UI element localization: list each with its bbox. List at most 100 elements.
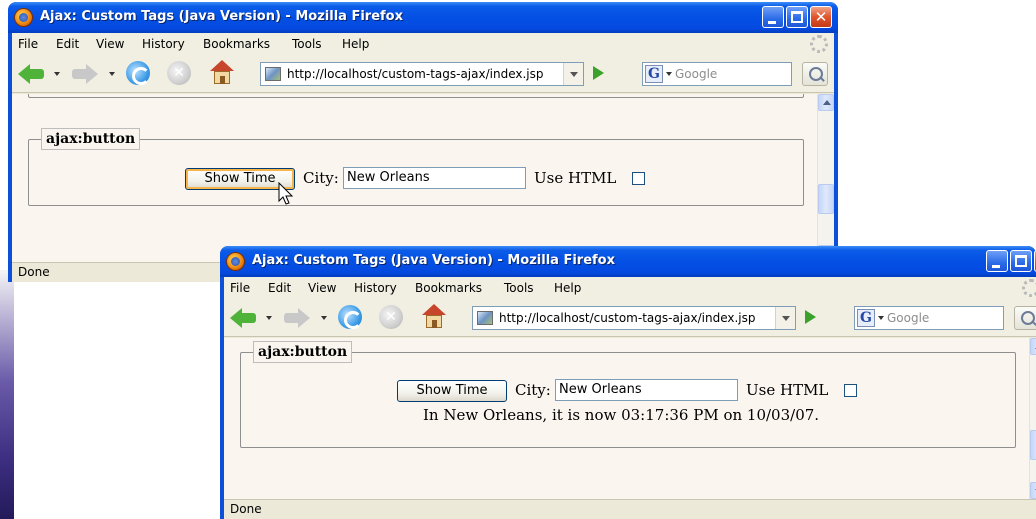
url-text[interactable]: http://localhost/custom-tags-ajax/index.… [287,67,543,81]
page-content: ajax:button Show Time City: New Orleans … [224,338,1029,499]
page-content: ajax:button Show Time City: New Orleans … [12,94,817,262]
firefox-logo-icon [226,252,245,271]
use-html-label: Use HTML [746,381,829,399]
maximize-icon [1015,255,1027,267]
minimize-button[interactable] [986,250,1008,272]
menu-tools[interactable]: Tools [504,281,534,295]
search-engine-dropdown[interactable] [666,72,672,76]
scroll-up-arrow[interactable] [818,94,834,111]
menu-bookmarks[interactable]: Bookmarks [415,281,482,295]
title-bar[interactable]: Ajax: Custom Tags (Java Version) - Mozil… [8,2,838,33]
scroll-up-arrow[interactable] [1030,338,1036,355]
url-bar[interactable]: http://localhost/custom-tags-ajax/index.… [260,62,584,86]
stop-icon[interactable]: ✕ [379,305,403,329]
menu-help[interactable]: Help [554,281,581,295]
throbber-icon [810,35,828,53]
time-result-text: In New Orleans, it is now 03:17:36 PM on… [423,406,820,424]
navigation-toolbar: ✕ http://localhost/custom-tags-ajax/inde… [12,55,834,93]
maximize-icon [791,11,803,23]
menu-history[interactable]: History [354,281,397,295]
maximize-button[interactable] [786,6,808,28]
vertical-scrollbar[interactable] [817,94,834,262]
maximize-button[interactable] [1010,250,1032,272]
home-icon[interactable] [209,60,235,86]
search-magnifier-icon[interactable] [1014,306,1036,330]
reload-icon[interactable] [126,61,150,85]
status-bar: Done [224,499,1036,519]
go-arrow-icon[interactable] [593,66,604,80]
url-history-dropdown[interactable] [563,63,583,85]
scroll-thumb[interactable] [818,184,834,214]
status-text: Done [230,502,262,516]
desktop-background-edge [0,270,14,519]
firefox-logo-icon [14,8,33,27]
forward-button[interactable] [282,306,310,330]
minimize-icon [768,21,776,24]
window-title: Ajax: Custom Tags (Java Version) - Mozil… [40,9,403,24]
navigation-toolbar: ✕ http://localhost/custom-tags-ajax/inde… [224,299,1036,337]
minimize-button[interactable] [762,6,784,28]
menu-view[interactable]: View [96,37,124,51]
menu-help[interactable]: Help [342,37,369,51]
forward-arrow-icon [86,64,98,84]
back-button[interactable] [230,306,258,330]
forward-history-dropdown[interactable] [109,72,115,76]
menu-tools[interactable]: Tools [292,37,322,51]
back-history-dropdown[interactable] [266,316,272,320]
window-title: Ajax: Custom Tags (Java Version) - Mozil… [252,253,615,268]
menu-edit[interactable]: Edit [268,281,291,295]
minimize-icon [992,265,1000,268]
menu-file[interactable]: File [230,281,250,295]
browser-window-after: Ajax: Custom Tags (Java Version) - Mozil… [220,246,1036,519]
search-engine-logo[interactable]: G [857,309,875,327]
fieldset-legend: ajax:button [253,341,353,363]
show-time-button[interactable]: Show Time [397,380,507,402]
search-box[interactable]: G Google [854,306,1004,330]
search-placeholder[interactable]: Google [887,311,929,325]
previous-fieldset-edge [28,94,804,98]
city-label: City: [515,381,551,399]
page-favicon-icon [477,311,493,325]
ajax-button-fieldset: ajax:button Show Time City: New Orleans … [28,128,804,206]
search-engine-logo[interactable]: G [645,65,663,83]
menu-bookmarks[interactable]: Bookmarks [203,37,270,51]
url-text[interactable]: http://localhost/custom-tags-ajax/index.… [499,311,755,325]
url-history-dropdown[interactable] [775,307,795,329]
close-button[interactable]: ✕ [810,6,832,28]
scroll-thumb[interactable] [1030,430,1036,460]
scroll-down-arrow[interactable] [1030,482,1036,499]
forward-button[interactable] [70,62,98,86]
menu-bar: File Edit View History Bookmarks Tools H… [12,33,834,55]
use-html-checkbox[interactable] [844,384,857,397]
use-html-label: Use HTML [534,169,617,187]
menu-file[interactable]: File [18,37,38,51]
window-client: File Edit View History Bookmarks Tools H… [12,33,834,282]
back-history-dropdown[interactable] [54,72,60,76]
fieldset-legend: ajax:button [41,128,141,150]
use-html-checkbox[interactable] [632,172,645,185]
search-placeholder[interactable]: Google [675,67,717,81]
stop-icon[interactable]: ✕ [167,61,191,85]
desktop-stage: Ajax: Custom Tags (Java Version) - Mozil… [0,0,1036,519]
city-input[interactable]: New Orleans [555,379,738,401]
go-arrow-icon[interactable] [805,310,816,324]
throbber-icon [1022,279,1036,297]
search-engine-dropdown[interactable] [878,316,884,320]
menu-history[interactable]: History [142,37,185,51]
back-button[interactable] [18,62,46,86]
search-magnifier-icon[interactable] [802,62,828,86]
forward-history-dropdown[interactable] [321,316,327,320]
status-text: Done [18,265,50,279]
reload-icon[interactable] [338,305,362,329]
search-box[interactable]: G Google [642,62,792,86]
home-icon[interactable] [421,304,447,330]
browser-window-before: Ajax: Custom Tags (Java Version) - Mozil… [8,2,838,282]
menu-view[interactable]: View [308,281,336,295]
title-bar[interactable]: Ajax: Custom Tags (Java Version) - Mozil… [220,246,1036,277]
vertical-scrollbar[interactable] [1029,338,1036,499]
menu-edit[interactable]: Edit [56,37,79,51]
menu-bar: File Edit View History Bookmarks Tools H… [224,277,1036,299]
url-bar[interactable]: http://localhost/custom-tags-ajax/index.… [472,306,796,330]
page-favicon-icon [265,67,281,81]
city-input[interactable]: New Orleans [343,167,526,189]
